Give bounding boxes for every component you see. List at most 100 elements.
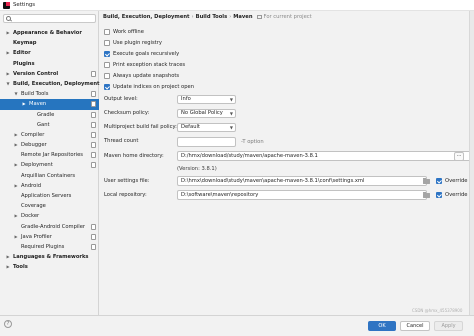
chevron-right-icon[interactable]: ▶ — [13, 140, 19, 150]
work-offline-label: Work offline — [113, 29, 144, 35]
project-config-icon — [91, 152, 96, 159]
chevron-down-icon[interactable]: ▼ — [13, 89, 19, 99]
checksum-policy-select[interactable]: No Global Policy ▼ — [177, 109, 236, 118]
sidebar-item[interactable]: ▶ Version Control — [0, 69, 99, 79]
sidebar-item[interactable]: ▼ Build, Execution, Deployment — [0, 79, 99, 89]
breadcrumb: Build, Execution, Deployment › Build Tools… — [103, 14, 312, 20]
local-repository-input[interactable]: D:\software\maven\repository — [177, 190, 427, 200]
user-settings-browse-button[interactable] — [423, 177, 431, 185]
user-settings-override-checkbox[interactable] — [436, 178, 442, 184]
breadcrumb-build-tools[interactable]: Build Tools — [196, 14, 228, 20]
user-settings-input[interactable]: D:\hmx\download\study\maven\apache-maven… — [177, 176, 427, 186]
sidebar-item-label: Gant — [37, 121, 50, 128]
local-repository-value: D:\software\maven\repository — [181, 192, 259, 198]
maven-home-browse-button[interactable]: ... — [454, 152, 464, 161]
chevron-right-icon[interactable]: ▶ — [13, 232, 19, 242]
chevron-right-icon[interactable]: ▶ — [5, 252, 11, 262]
sidebar-item-label: Gradle — [37, 111, 55, 118]
sidebar-item[interactable]: ▶ Debugger — [0, 140, 99, 150]
sidebar-item[interactable]: Required Plugins — [0, 242, 99, 252]
sidebar-item[interactable]: Keymap — [0, 38, 99, 48]
breadcrumb-maven: Maven — [233, 14, 253, 20]
chevron-down-icon[interactable]: ▼ — [5, 79, 11, 89]
local-repository-override-checkbox[interactable] — [436, 192, 442, 198]
sidebar-item[interactable]: ▶ Compiler — [0, 130, 99, 140]
execute-goals-recursively-label: Execute goals recursively — [113, 51, 180, 57]
sidebar-item-label: Plugins — [13, 60, 35, 67]
sidebar-item[interactable]: ▶ Deployment — [0, 160, 99, 170]
chevron-right-icon[interactable]: ▶ — [13, 130, 19, 140]
sidebar-item[interactable]: ▶ Tools — [0, 262, 99, 272]
always-update-snapshots-checkbox[interactable] — [104, 73, 110, 79]
sidebar-item[interactable]: Coverage — [0, 201, 99, 211]
sidebar-item[interactable]: ▶ Languages & Frameworks — [0, 252, 99, 262]
use-plugin-registry-checkbox[interactable] — [104, 40, 110, 46]
chevron-right-icon[interactable]: ▶ — [5, 262, 11, 272]
sidebar-item[interactable]: ▶ Editor — [0, 48, 99, 58]
sidebar-item[interactable]: ▶ Maven — [0, 99, 99, 110]
chevron-right-icon[interactable]: ▶ — [13, 211, 19, 221]
sidebar-item-label: Application Servers — [21, 193, 72, 199]
output-level-label: Output level: — [104, 96, 138, 102]
work-offline-checkbox[interactable] — [104, 29, 110, 35]
sidebar-item[interactable]: Arquillian Containers — [0, 171, 99, 181]
project-scope-icon — [256, 15, 262, 19]
settings-search-input[interactable] — [3, 14, 96, 23]
settings-tree: ▶ Appearance & Behavior Keymap ▶ Editor Plugi… — [0, 28, 100, 273]
search-icon — [6, 16, 11, 21]
chevron-right-icon[interactable]: ▶ — [5, 48, 11, 58]
project-config-icon — [91, 162, 96, 169]
folder-icon — [423, 178, 430, 184]
sidebar-item[interactable]: ▶ Docker — [0, 211, 99, 221]
maven-home-input[interactable]: D:/hmx/download/study/maven/apache-maven… — [177, 151, 471, 161]
breadcrumb-build-execution-deployment[interactable]: Build, Execution, Deployment — [103, 14, 190, 20]
project-config-icon — [91, 111, 96, 118]
multiproject-fail-policy-select[interactable]: Default ▼ — [177, 123, 236, 132]
title-bar: Settings — [0, 0, 474, 11]
print-exception-stack-traces-checkbox[interactable] — [104, 62, 110, 68]
thread-count-input[interactable] — [177, 137, 236, 147]
project-config-icon — [91, 131, 96, 138]
maven-version-label: (Version: 3.8.1) — [177, 166, 217, 172]
sidebar-item[interactable]: Remote Jar Repositories — [0, 150, 99, 160]
local-repository-browse-button[interactable] — [423, 191, 431, 199]
apply-button[interactable]: Apply — [434, 321, 463, 331]
sidebar-item-label: Debugger — [21, 142, 47, 149]
sidebar-item-label: Build Tools — [21, 91, 49, 98]
ok-button[interactable]: OK — [368, 321, 396, 331]
sidebar-item[interactable]: Application Servers — [0, 191, 99, 201]
sidebar-item[interactable]: ▶ Appearance & Behavior — [0, 28, 99, 38]
settings-window: Settings ▶ Appearance & Behavior Keymap ▶ Ed… — [0, 0, 474, 336]
sidebar-item-label: Arquillian Containers — [21, 172, 76, 179]
update-indices-checkbox[interactable] — [104, 84, 110, 90]
help-button[interactable]: ? — [4, 320, 12, 328]
execute-goals-recursively-checkbox[interactable] — [104, 51, 110, 57]
sidebar-item[interactable]: ▶ Android — [0, 181, 99, 191]
output-level-select[interactable]: Info ▼ — [177, 95, 236, 104]
sidebar-item[interactable]: Plugins — [0, 59, 99, 69]
chevron-right-icon[interactable]: ▶ — [13, 181, 19, 191]
thread-count-hint: -T option — [241, 139, 264, 145]
chevron-right-icon[interactable]: ▶ — [21, 99, 27, 109]
sidebar-item-label: Docker — [21, 213, 40, 220]
sidebar-item[interactable]: Gradle-Android Compiler — [0, 222, 99, 232]
local-repository-label: Local repository: — [104, 192, 147, 198]
sidebar-item[interactable]: Gradle — [0, 110, 99, 120]
print-exception-stack-traces-label: Print exception stack traces — [113, 62, 186, 68]
chevron-right-icon[interactable]: ▶ — [5, 28, 11, 38]
sidebar-item[interactable]: ▶ Java Profiler — [0, 232, 99, 242]
chevron-right-icon[interactable]: ▶ — [13, 160, 19, 170]
always-update-snapshots-label: Always update snapshots — [113, 73, 180, 79]
sidebar-item[interactable]: Gant — [0, 120, 99, 130]
sidebar-item[interactable]: ▼ Build Tools — [0, 89, 99, 99]
sidebar-item-label: Gradle-Android Compiler — [21, 223, 86, 230]
sidebar-item-label: Version Control — [13, 70, 59, 77]
chevron-right-icon[interactable]: ▶ — [5, 69, 11, 79]
sidebar-item-label: Build, Execution, Deployment — [13, 80, 100, 87]
project-config-icon — [91, 121, 96, 128]
cancel-button[interactable]: Cancel — [400, 321, 430, 331]
sidebar-item-label: Tools — [13, 264, 28, 271]
project-config-icon — [91, 70, 96, 77]
watermark: CSDN @hmx_455378900 — [412, 308, 463, 313]
multiproject-fail-policy-value: Default — [181, 124, 200, 130]
